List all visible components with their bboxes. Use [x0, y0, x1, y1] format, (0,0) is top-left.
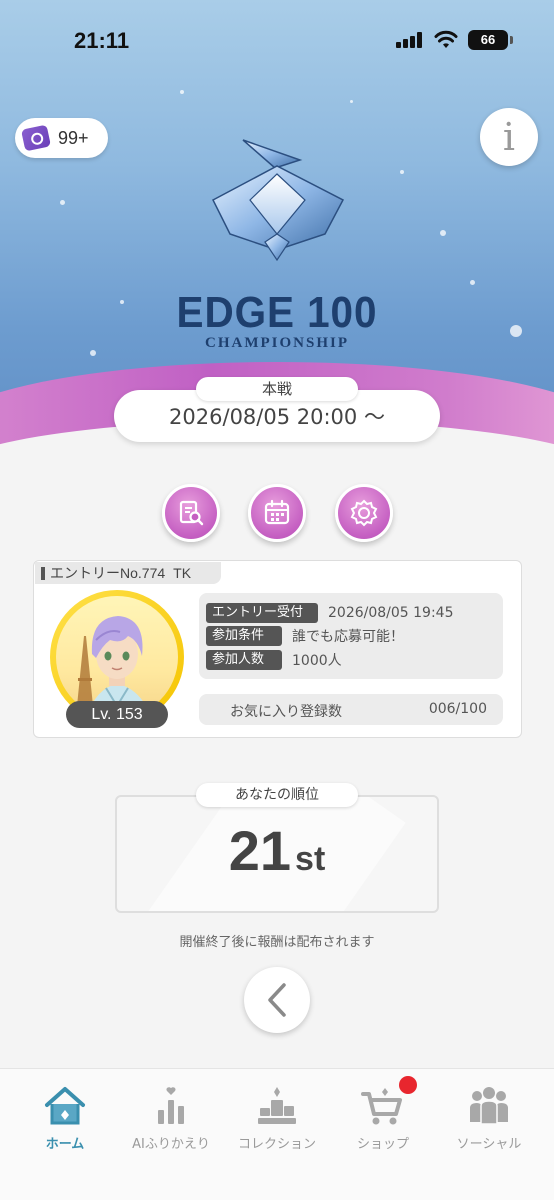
info-value: 誰でも応募可能！	[292, 629, 404, 645]
entry-row-participants: 参加人数 1000人	[206, 650, 342, 670]
entry-row-reception: エントリー受付 2026/08/05 19:45	[206, 603, 454, 623]
people-icon	[470, 1087, 508, 1125]
rank-label: あなたの順位	[196, 783, 358, 807]
championship-logo-icon	[212, 139, 345, 262]
tab-label: AIふりかえり	[132, 1137, 210, 1152]
battery-icon: 66	[468, 30, 508, 50]
favorites-label: お気に入り登録数	[230, 704, 342, 720]
rank-value: 21st	[115, 818, 439, 883]
tab-shop[interactable]: ショップ	[328, 1084, 438, 1152]
reward-note: 開催終了後に報酬は配布されます	[179, 935, 375, 950]
calendar-icon	[264, 499, 290, 525]
favorites-box: お気に入り登録数 006/100	[199, 694, 503, 725]
trophy-icon	[258, 1087, 296, 1124]
info-label: 参加条件	[206, 626, 282, 646]
details-button[interactable]	[162, 484, 220, 542]
back-button[interactable]	[244, 967, 310, 1033]
entry-row-condition: 参加条件 誰でも応募可能！	[206, 626, 404, 646]
event-logo-title: EDGE 100	[176, 288, 378, 337]
character-portrait	[76, 616, 152, 718]
calendar-button[interactable]	[248, 484, 306, 542]
cart-icon	[361, 1088, 402, 1125]
rank-suffix: st	[295, 840, 326, 878]
stats-icon	[158, 1087, 184, 1124]
ticket-icon	[20, 124, 52, 152]
wifi-icon	[434, 30, 458, 48]
tab-label: コレクション	[237, 1137, 316, 1152]
tab-ai-review[interactable]: AIふりかえり	[116, 1084, 226, 1152]
ticket-counter[interactable]: 99+	[15, 118, 108, 158]
entry-number: エントリーNo.774	[50, 565, 166, 581]
tab-label: ショップ	[356, 1137, 409, 1152]
chevron-left-icon	[268, 983, 286, 1017]
info-label: 参加人数	[206, 650, 282, 670]
info-value: 2026/08/05 19:45	[328, 605, 454, 621]
favorites-value: 006/100	[428, 701, 487, 717]
level-badge: Lv. 153	[66, 701, 168, 728]
entry-header: エントリーNo.774 TK	[35, 562, 221, 584]
info-value: 1000人	[292, 653, 342, 669]
rank-number: 21	[228, 819, 292, 882]
player-name: TK	[173, 565, 192, 581]
stage-label: 本戦	[196, 377, 358, 401]
tab-home[interactable]: ホーム	[10, 1084, 120, 1152]
details-icon	[179, 500, 204, 526]
event-logo-subtitle: CHAMPIONSHIP	[205, 335, 349, 351]
home-icon	[45, 1087, 85, 1125]
signal-icon	[396, 32, 426, 48]
tab-social[interactable]: ソーシャル	[434, 1084, 544, 1152]
tab-label: ソーシャル	[456, 1137, 522, 1152]
tab-collection[interactable]: コレクション	[222, 1084, 332, 1152]
tab-label: ホーム	[45, 1137, 85, 1152]
status-time: 21:11	[74, 28, 130, 53]
rewards-button[interactable]	[335, 484, 393, 542]
info-label: エントリー受付	[206, 603, 318, 623]
info-button[interactable]: i	[480, 108, 538, 166]
award-icon	[350, 499, 378, 527]
ticket-count: 99+	[58, 127, 89, 148]
shop-notification-dot	[399, 1076, 417, 1094]
